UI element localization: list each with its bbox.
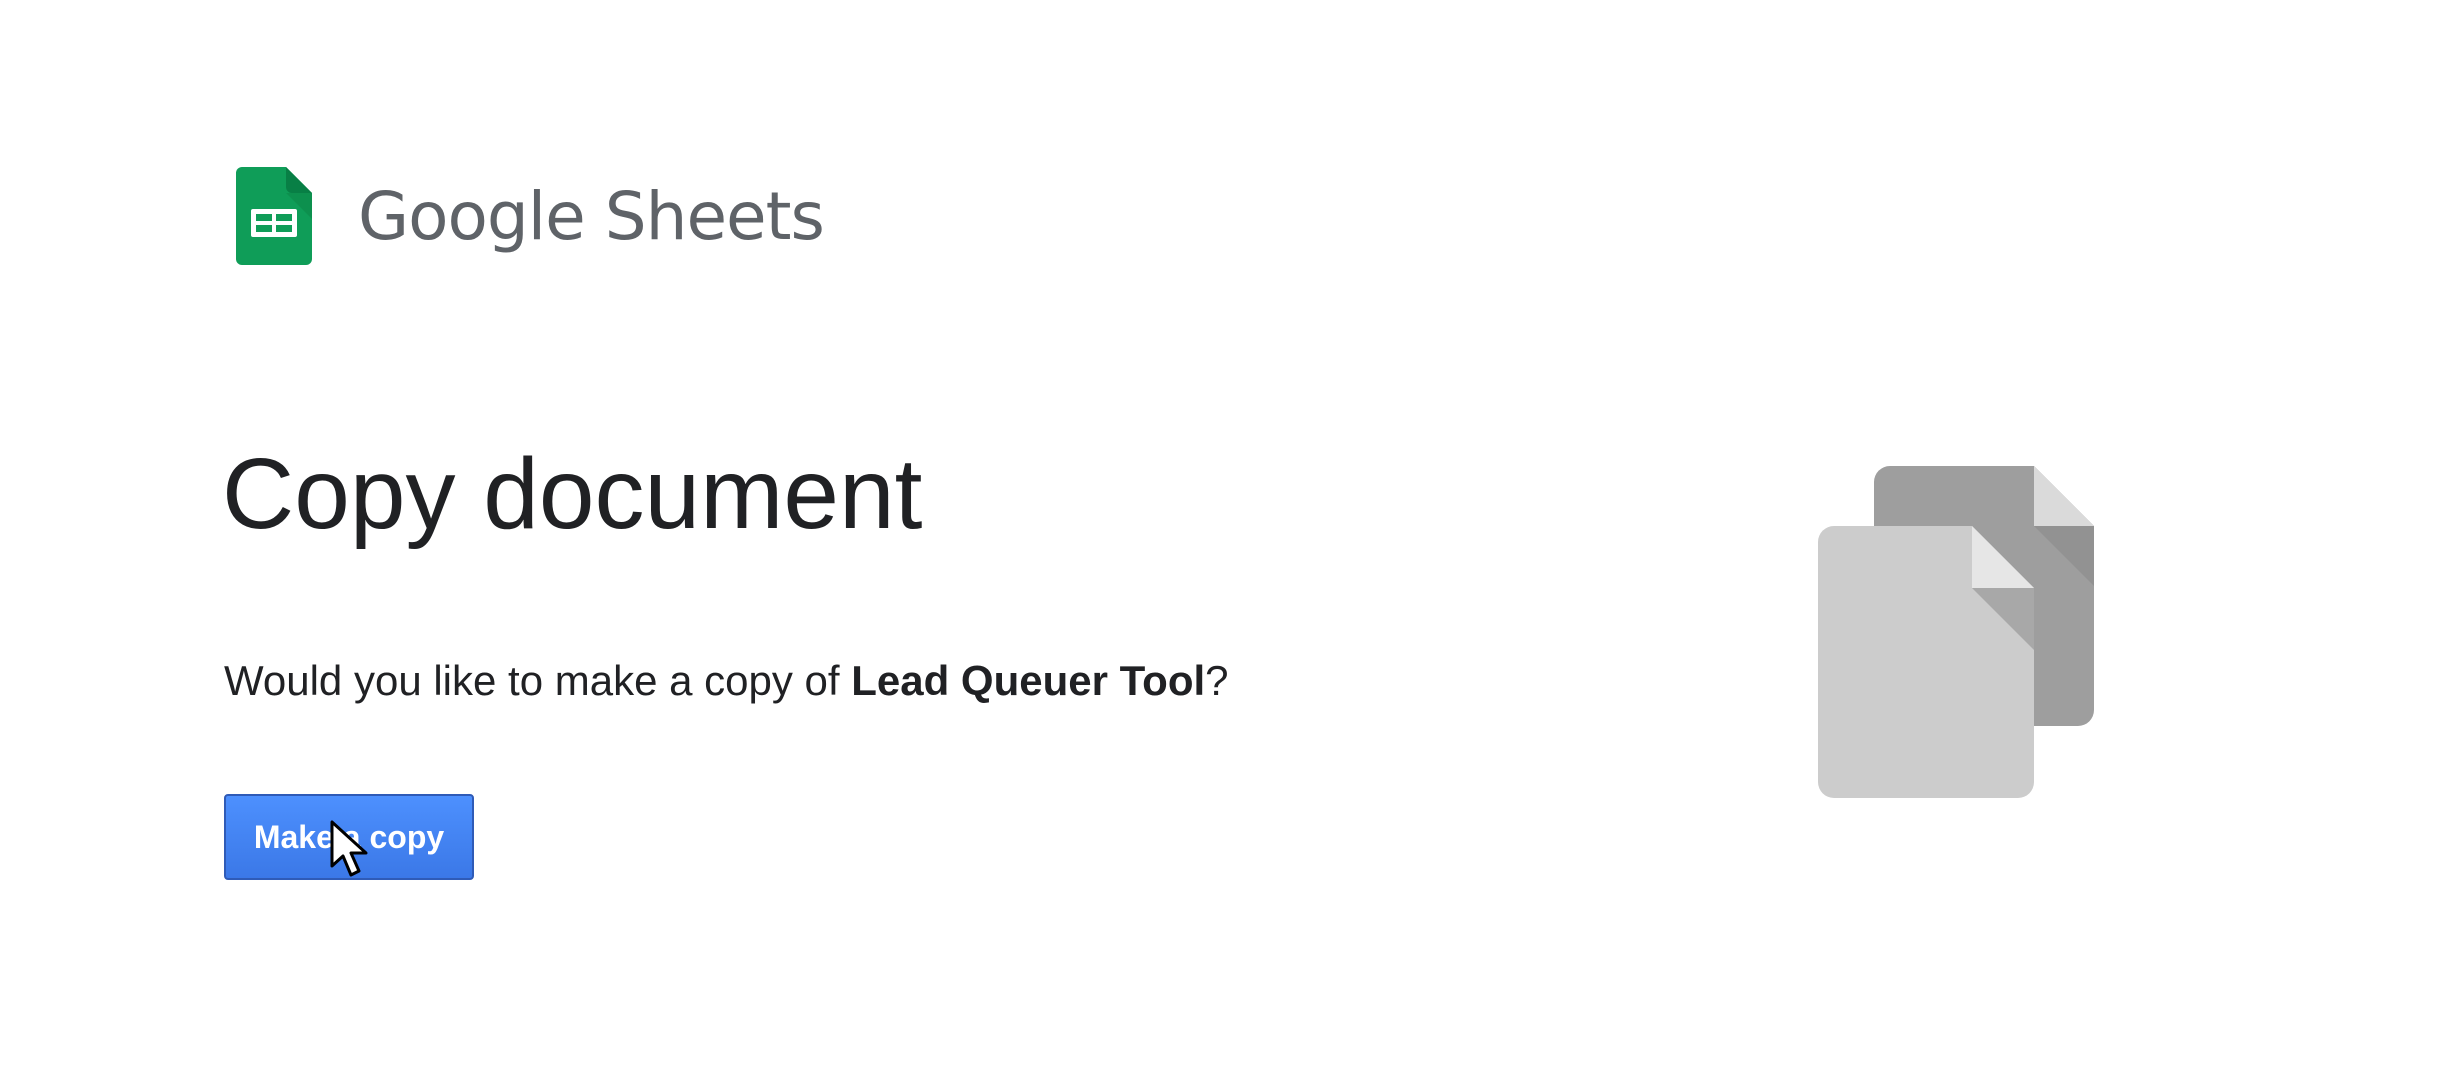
brand-header: Google Sheets (236, 166, 825, 266)
brand-name: Google Sheets (358, 177, 825, 255)
mouse-cursor-icon (330, 820, 368, 877)
copy-document-page: Google Sheets Copy document Would you li… (0, 0, 2441, 1092)
copy-documents-icon (1818, 466, 2094, 798)
prompt-suffix: ? (1205, 657, 1229, 704)
document-name: Lead Queuer Tool (851, 657, 1206, 704)
google-sheets-logo-icon (236, 167, 312, 265)
copy-prompt: Would you like to make a copy of Lead Qu… (224, 653, 1229, 709)
page-title: Copy document (222, 438, 923, 550)
prompt-prefix: Would you like to make a copy of (224, 657, 852, 704)
